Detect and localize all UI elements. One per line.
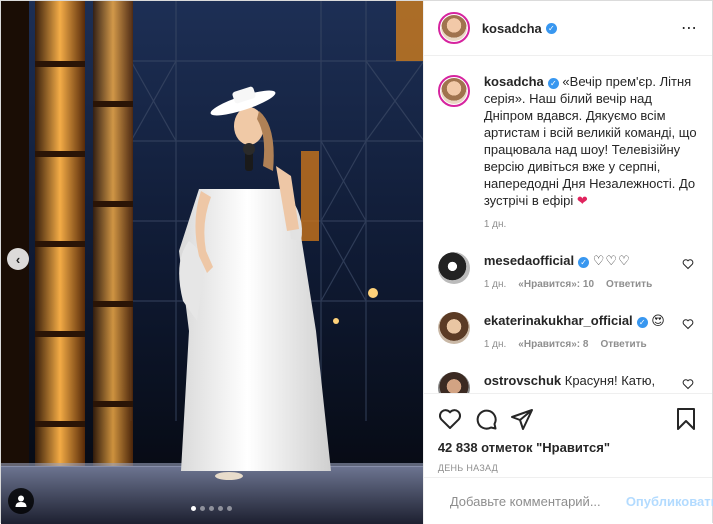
author-username[interactable]: kosadcha [482, 21, 542, 36]
comment-likes[interactable]: «Нравится»: 10 [518, 279, 594, 290]
carousel-dot [218, 506, 223, 511]
heart-icon[interactable] [682, 318, 694, 330]
heart-icon[interactable] [682, 258, 694, 270]
comment-item: ekaterinakukhar_official ✓ 😍 1 дн. «Нрави… [437, 312, 698, 350]
comment-icon[interactable] [474, 407, 498, 431]
comment-item: ostrovschuk Красуня! Катю, захоплююсь ва… [437, 372, 698, 393]
comment-text: ♡♡♡ [592, 253, 631, 268]
carousel-dot [200, 506, 205, 511]
author-avatar[interactable] [437, 75, 470, 107]
commenter-avatar[interactable] [437, 312, 470, 344]
post-photo[interactable]: ‹ [1, 1, 423, 524]
author-avatar[interactable] [437, 12, 470, 44]
carousel-prev-button[interactable]: ‹ [7, 248, 29, 270]
caption-username[interactable]: kosadcha [484, 74, 544, 89]
commenter-avatar[interactable] [437, 372, 470, 393]
post-header: kosadcha ✓ ⋯ [423, 1, 712, 56]
verified-badge-icon: ✓ [547, 78, 559, 89]
more-options-icon[interactable]: ⋯ [681, 18, 698, 38]
comment-input[interactable] [449, 493, 626, 509]
share-icon[interactable] [510, 407, 534, 431]
red-heart-emoji: ❤ [576, 193, 588, 208]
caption-time[interactable]: 1 дн. [484, 219, 506, 230]
post-sidebar: kosadcha ✓ ⋯ kosadcha ✓ «Вечір прем'єр. Л… [422, 1, 713, 524]
carousel-dot [227, 506, 232, 511]
heart-icon[interactable] [438, 407, 462, 431]
post-date[interactable]: ДЕНЬ НАЗАД [438, 463, 698, 473]
commenter-avatar[interactable] [437, 252, 470, 284]
reply-button[interactable]: Ответить [606, 279, 652, 290]
publish-button[interactable]: Опубликовать [626, 494, 713, 509]
post-caption: kosadcha ✓ «Вечір прем'єр. Літня серія». … [437, 73, 698, 230]
user-tag-icon [15, 495, 27, 507]
verified-badge-icon: ✓ [545, 22, 557, 34]
stage-photo [1, 1, 423, 524]
carousel-dot [209, 506, 214, 511]
comment-text: 😍 [651, 313, 665, 328]
comment-likes[interactable]: «Нравится»: 8 [518, 339, 588, 350]
comment-item: mesedaofficial ✓ ♡♡♡ 1 дн. «Нравится»: 10… [437, 252, 698, 290]
add-comment-bar: Опубликовать [423, 477, 713, 524]
comment-username[interactable]: ekaterinakukhar_official [484, 313, 633, 328]
instagram-post: ‹ kosadcha ✓ ⋯ kosadcha ✓ «Вечір прем'єр… [0, 0, 713, 524]
carousel-indicator [191, 506, 232, 511]
carousel-dot [191, 506, 196, 511]
comment-time[interactable]: 1 дн. [484, 279, 506, 290]
reply-button[interactable]: Ответить [600, 339, 646, 350]
comments-list[interactable]: kosadcha ✓ «Вечір прем'єр. Літня серія». … [424, 57, 712, 393]
comment-time[interactable]: 1 дн. [484, 339, 506, 350]
chevron-left-icon: ‹ [15, 251, 21, 267]
verified-badge-icon: ✓ [578, 257, 590, 268]
comment-username[interactable]: mesedaofficial [484, 253, 574, 268]
caption-text: «Вечір прем'єр. Літня серія». Наш білий … [483, 74, 697, 208]
post-actions: 42 838 отметок "Нравится" ДЕНЬ НАЗАД [423, 393, 712, 473]
comment-username[interactable]: ostrovschuk [484, 373, 561, 388]
heart-icon[interactable] [682, 378, 694, 390]
tagged-users-button[interactable] [8, 488, 34, 514]
verified-badge-icon: ✓ [636, 317, 648, 328]
bookmark-icon[interactable] [674, 407, 698, 431]
likes-count[interactable]: 42 838 отметок "Нравится" [438, 440, 698, 455]
